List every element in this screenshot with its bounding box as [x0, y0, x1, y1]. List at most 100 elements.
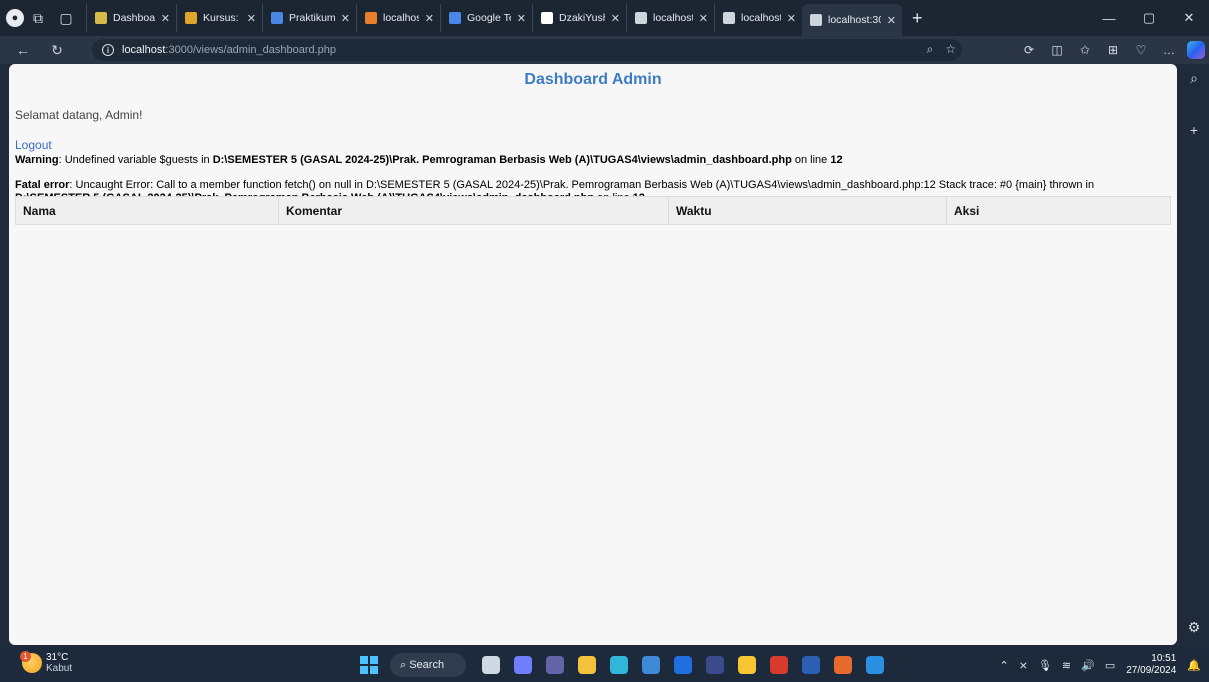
extensions-icon[interactable]: ⟳	[1015, 43, 1043, 57]
address-path: :3000/views/admin_dashboard.php	[165, 44, 337, 56]
browser-tab[interactable]: localhost:300 ✕	[626, 4, 714, 32]
store-icon[interactable]	[638, 652, 664, 678]
copilot-icon[interactable]	[1187, 41, 1205, 59]
tab-favicon-icon	[635, 12, 647, 24]
performance-icon[interactable]: ♡	[1127, 43, 1155, 57]
tray-mic-icon[interactable]: 🎙	[1038, 659, 1052, 672]
clock-time: 10:51	[1151, 653, 1177, 664]
favorite-star-icon[interactable]: ☆	[945, 42, 956, 57]
back-icon[interactable]: ←	[10, 42, 36, 58]
tray-volume-icon[interactable]: 🔊	[1081, 659, 1095, 672]
workspaces-icon[interactable]: ⧉	[24, 4, 52, 32]
site-info-icon[interactable]: i	[102, 44, 114, 56]
tab-close-icon[interactable]: ✕	[611, 12, 620, 25]
start-windows-icon[interactable]	[360, 656, 378, 674]
close-window-icon[interactable]: ✕	[1169, 10, 1209, 26]
tray-network-off-icon[interactable]: ⨯	[1019, 659, 1028, 672]
edge-sidebar: ⌕ + ⚙	[1179, 64, 1209, 646]
tab-title: localhost:300	[828, 14, 881, 26]
tab-title: Google Terje	[467, 12, 511, 24]
tab-title: Praktikum O	[289, 12, 335, 24]
minimize-icon[interactable]: —	[1089, 11, 1129, 26]
weather-widget[interactable]: 1 31°C Kabut	[20, 651, 73, 674]
tab-favicon-icon	[810, 14, 822, 26]
clock-date: 27/09/2024	[1126, 665, 1177, 676]
browser-tab[interactable]: DzakiYushiib ✕	[532, 4, 626, 32]
teams-icon[interactable]	[542, 652, 568, 678]
tab-title: localhost:300	[741, 12, 781, 24]
sidebar-add-icon[interactable]: +	[1179, 122, 1209, 138]
zoom-icon[interactable]: ⌕	[927, 42, 934, 57]
sidebar-search-icon[interactable]: ⌕	[1179, 70, 1209, 87]
tray-chevron-icon[interactable]: ⌃	[1000, 659, 1009, 672]
browser-tab[interactable]: localhost:300 ✕	[802, 4, 902, 36]
file-explorer-icon[interactable]	[574, 652, 600, 678]
tab-close-icon[interactable]: ✕	[341, 12, 350, 25]
tab-favicon-icon	[271, 12, 283, 24]
fatal-label: Fatal error	[15, 179, 70, 191]
address-url[interactable]: localhost:3000/views/admin_dashboard.php	[122, 44, 336, 56]
tab-favicon-icon	[723, 12, 735, 24]
notification-bell-icon[interactable]: 🔔	[1187, 659, 1201, 672]
tray-wifi-icon[interactable]: ≋	[1062, 659, 1071, 672]
tray-battery-icon[interactable]: ▭	[1105, 659, 1115, 672]
warning-label: Warning	[15, 154, 59, 166]
tab-title: DzakiYushiib	[559, 12, 605, 24]
tab-close-icon[interactable]: ✕	[425, 12, 434, 25]
column-header-komentar: Komentar	[278, 196, 669, 225]
sticky-notes-icon[interactable]	[734, 652, 760, 678]
fatal-message: : Uncaught Error: Call to a member funct…	[69, 179, 1095, 191]
vscode-icon[interactable]	[862, 652, 888, 678]
more-menu-icon[interactable]: …	[1155, 43, 1183, 57]
tab-actions-icon[interactable]: ▢	[52, 4, 80, 32]
browser-tab[interactable]: Kursus: 2024 ✕	[176, 4, 262, 32]
dropbox-icon[interactable]	[670, 652, 696, 678]
tab-favicon-icon	[449, 12, 461, 24]
warning-path: D:\SEMESTER 5 (GASAL 2024-25)\Prak. Pemr…	[212, 154, 792, 166]
taskbar-search-label: Search	[409, 659, 445, 671]
table-header-row: Nama Komentar Waktu Aksi	[15, 196, 1171, 225]
address-bar[interactable]: i localhost:3000/views/admin_dashboard.p…	[92, 39, 962, 61]
tab-favicon-icon	[95, 12, 107, 24]
weather-badge: 1	[20, 651, 31, 662]
tab-close-icon[interactable]: ✕	[161, 12, 170, 25]
browser-tab[interactable]: Dashboard - ✕	[86, 4, 176, 32]
edge-icon[interactable]	[606, 652, 632, 678]
new-tab-icon[interactable]: +	[912, 8, 923, 29]
taskbar-clock[interactable]: 10:51 27/09/2024	[1126, 653, 1176, 677]
sidebar-settings-icon[interactable]: ⚙	[1179, 619, 1209, 636]
collections-icon[interactable]: ⊞	[1099, 43, 1127, 57]
tab-close-icon[interactable]: ✕	[247, 12, 256, 25]
terminal-icon[interactable]	[702, 652, 728, 678]
windows-taskbar: 1 31°C Kabut ⌕ Search ⌃ ⨯ 🎙 ≋ 🔊 ▭ 10:51 …	[0, 648, 1209, 682]
taskbar-search[interactable]: ⌕ Search	[390, 653, 466, 677]
xampp-icon[interactable]	[830, 652, 856, 678]
tab-favicon-icon	[185, 12, 197, 24]
favorites-icon[interactable]: ✩	[1071, 43, 1099, 57]
tab-close-icon[interactable]: ✕	[787, 12, 796, 25]
split-screen-icon[interactable]: ◫	[1043, 43, 1071, 57]
browser-tab[interactable]: localhost / 12 ✕	[356, 4, 440, 32]
word-icon[interactable]	[798, 652, 824, 678]
browser-tab-strip: ● ⧉ ▢ Dashboard -✕Kursus: 2024✕Praktikum…	[0, 0, 1209, 36]
task-view-icon[interactable]	[478, 652, 504, 678]
browser-tab[interactable]: localhost:300 ✕	[714, 4, 802, 32]
voicemeeter-icon[interactable]	[766, 652, 792, 678]
tab-close-icon[interactable]: ✕	[517, 12, 526, 25]
copilot-icon[interactable]	[510, 652, 536, 678]
tab-title: localhost / 12	[383, 12, 419, 24]
weather-desc: Kabut	[46, 663, 73, 674]
refresh-icon[interactable]: ↻	[44, 42, 70, 59]
logout-link[interactable]: Logout	[15, 138, 52, 152]
tab-close-icon[interactable]: ✕	[887, 14, 896, 27]
browser-tab[interactable]: Google Terje ✕	[440, 4, 532, 32]
profile-avatar-icon[interactable]: ●	[6, 9, 24, 27]
restore-icon[interactable]: ▢	[1129, 10, 1169, 26]
tab-title: localhost:300	[653, 12, 693, 24]
browser-toolbar: ← ↻ i localhost:3000/views/admin_dashboa…	[0, 36, 1209, 64]
column-header-nama: Nama	[15, 196, 279, 225]
column-header-waktu: Waktu	[668, 196, 947, 225]
php-warning: Warning: Undefined variable $guests in D…	[15, 154, 1177, 167]
tab-close-icon[interactable]: ✕	[699, 12, 708, 25]
browser-tab[interactable]: Praktikum O ✕	[262, 4, 356, 32]
